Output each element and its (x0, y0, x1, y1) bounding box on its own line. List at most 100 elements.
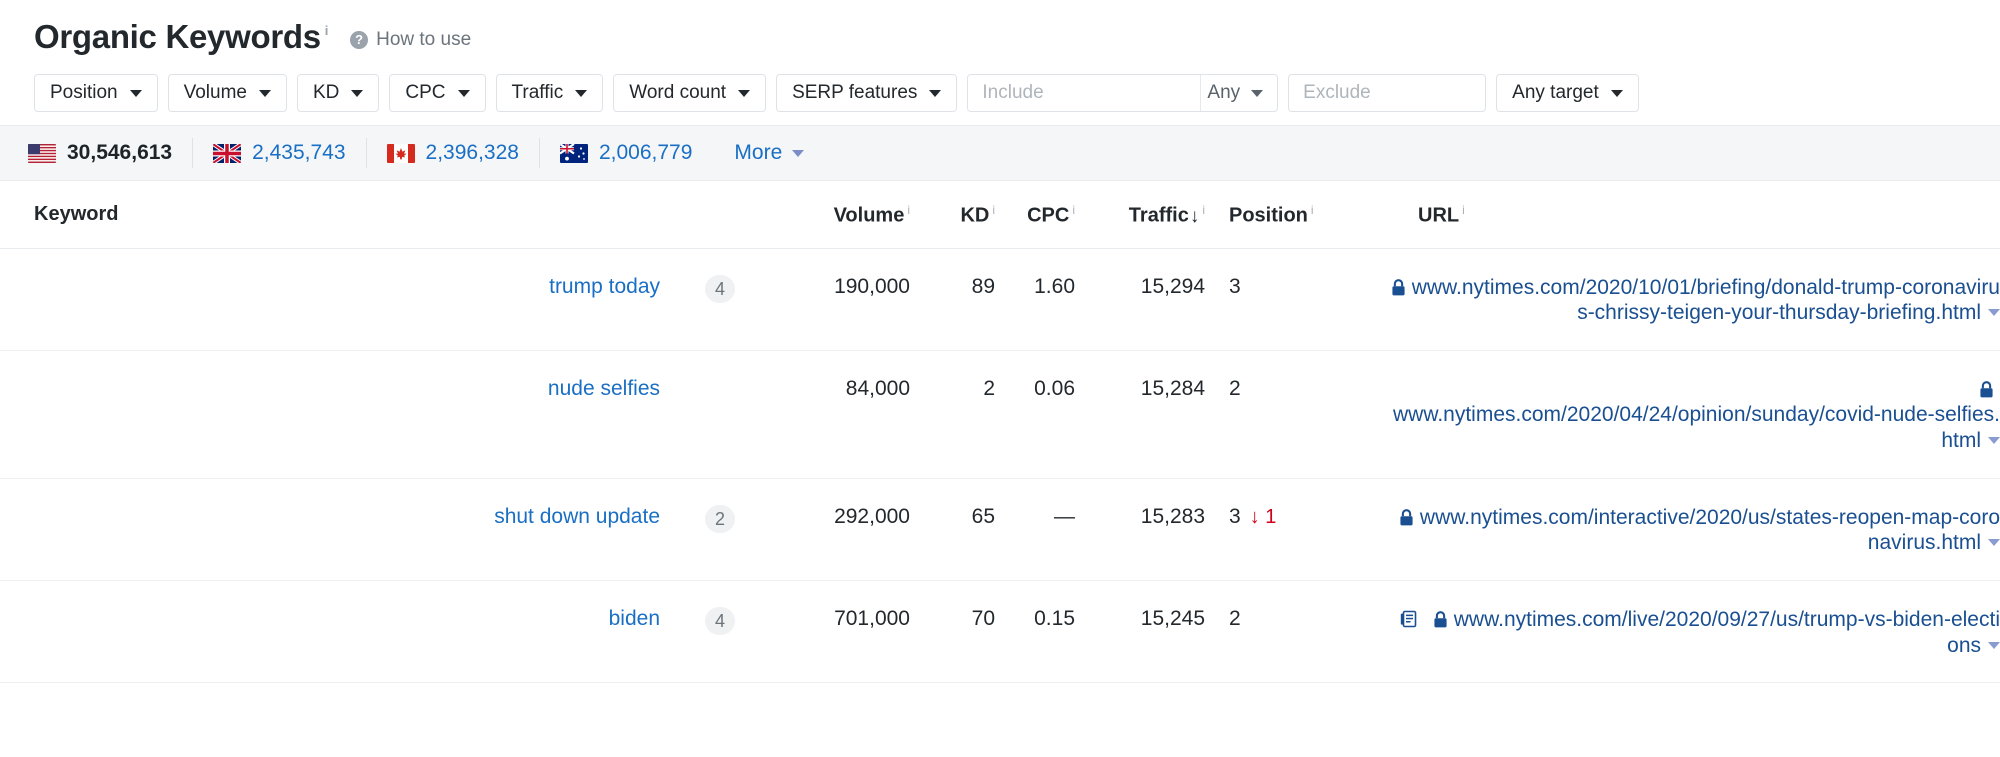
how-to-use-label: How to use (376, 29, 472, 50)
column-header-keyword[interactable]: Keyword (0, 181, 780, 249)
table-row: biden 4 701,000 70 0.15 15,245 2 www.nyt… (0, 580, 2000, 684)
country-tab-au[interactable]: 2,006,779 (540, 138, 712, 168)
word-count-badge: 4 (705, 606, 735, 635)
url-link[interactable]: www.nytimes.com/interactive/2020/us/stat… (1420, 506, 2000, 555)
url-link[interactable]: www.nytimes.com/2020/10/01/briefing/dona… (1412, 276, 2000, 325)
keyword-link[interactable]: trump today (549, 275, 660, 298)
url-dropdown-icon[interactable] (1988, 309, 2000, 317)
filter-kd-label: KD (312, 82, 340, 103)
country-tabs: 30,546,613 2,435,743 2,396,328 2,006,779… (0, 125, 2000, 181)
filter-word-count-label: Word count (629, 82, 727, 103)
position-value: 2 (1229, 606, 1241, 630)
flag-us-icon (28, 143, 56, 163)
chevron-down-icon (738, 89, 751, 97)
filter-volume-button[interactable]: Volume (167, 74, 287, 112)
keyword-link[interactable]: nude selfies (548, 377, 660, 400)
filter-position-button[interactable]: Position (34, 74, 158, 112)
country-count-us: 30,546,613 (67, 141, 173, 164)
page-title-info-icon[interactable]: i (325, 23, 329, 38)
include-filter-group: Any (967, 74, 1279, 112)
filter-traffic-button[interactable]: Traffic (495, 74, 604, 112)
cpc-cell: 0.15 (995, 580, 1075, 684)
url-link[interactable]: www.nytimes.com/live/2020/09/27/us/trump… (1454, 608, 2000, 657)
table-body: trump today 4 190,000 89 1.60 15,294 3 w… (0, 248, 2000, 684)
word-count-cell (660, 350, 780, 479)
country-tab-uk[interactable]: 2,435,743 (193, 138, 367, 168)
filter-serp-features-label: SERP features (792, 82, 918, 103)
exclude-filter-group (1288, 74, 1487, 112)
position-cell: 3 (1205, 248, 1390, 351)
filter-cpc-label: CPC (405, 82, 446, 103)
exclude-input[interactable] (1289, 75, 1486, 111)
position-change: ↓ 1 (1249, 505, 1277, 528)
position-cell: 3 ↓ 1 (1205, 478, 1390, 581)
word-count-cell: 4 (660, 580, 780, 684)
column-header-cpc[interactable]: CPC i (995, 181, 1075, 249)
position-value: 3 (1229, 274, 1241, 298)
keyword-link[interactable]: shut down update (494, 505, 660, 528)
chevron-down-icon (792, 149, 805, 157)
position-cell: 2 (1205, 580, 1390, 684)
cpc-cell: — (995, 478, 1075, 581)
filter-serp-features-button[interactable]: SERP features (776, 74, 958, 112)
kd-cell: 2 (910, 350, 995, 479)
column-header-traffic[interactable]: Traffic↓ i (1075, 181, 1205, 249)
chevron-down-icon (258, 89, 271, 97)
filter-cpc-button[interactable]: CPC (389, 74, 486, 112)
url-cell: www.nytimes.com/interactive/2020/us/stat… (1390, 478, 2000, 581)
column-header-url-label: URL (1418, 204, 1460, 227)
column-header-position-label: Position (1229, 204, 1308, 227)
country-tab-ca[interactable]: 2,396,328 (367, 138, 540, 168)
top-stories-icon[interactable] (1399, 609, 1419, 629)
table-row: trump today 4 190,000 89 1.60 15,294 3 w… (0, 248, 2000, 351)
keyword-cell: biden (0, 580, 660, 684)
chevron-down-icon (1251, 89, 1264, 97)
filter-word-count-button[interactable]: Word count (613, 74, 767, 112)
include-mode-label: Any (1207, 82, 1241, 103)
column-header-cpc-label: CPC (1027, 204, 1070, 227)
traffic-cell: 15,283 (1075, 478, 1205, 581)
country-tab-us[interactable]: 30,546,613 (28, 138, 194, 168)
url-cell: www.nytimes.com/live/2020/09/27/us/trump… (1390, 580, 2000, 684)
target-filter-button[interactable]: Any target (1496, 74, 1639, 112)
chevron-down-icon (351, 89, 364, 97)
more-countries-button[interactable]: More (712, 141, 805, 165)
column-header-url[interactable]: URL i (1390, 181, 2000, 249)
column-header-kd[interactable]: KD i (910, 181, 995, 249)
volume-cell: 190,000 (780, 248, 910, 351)
url-dropdown-icon[interactable] (1988, 539, 2000, 547)
info-icon[interactable]: i (1462, 203, 1465, 217)
info-icon[interactable]: i (1202, 203, 1205, 217)
info-icon[interactable]: i (1072, 203, 1075, 217)
chevron-down-icon (1610, 89, 1623, 97)
word-count-cell: 2 (660, 478, 780, 581)
country-count-au: 2,006,779 (598, 141, 693, 164)
filter-kd-button[interactable]: KD (296, 74, 380, 112)
url-link[interactable]: www.nytimes.com/2020/04/24/opinion/sunda… (1393, 403, 2000, 452)
volume-cell: 292,000 (780, 478, 910, 581)
cpc-cell: 0.06 (995, 350, 1075, 479)
keyword-cell: trump today (0, 248, 660, 351)
column-header-position[interactable]: Position i (1205, 181, 1390, 249)
how-to-use-link[interactable]: ? How to use (350, 29, 471, 51)
url-dropdown-icon[interactable] (1988, 641, 2000, 649)
url-dropdown-icon[interactable] (1988, 437, 2000, 445)
keywords-table: Keyword Volume i KD i CPC i Traffic↓ i Posit… (0, 181, 2000, 684)
chevron-down-icon (457, 89, 470, 97)
chevron-down-icon (929, 89, 942, 97)
lock-icon (1980, 381, 1993, 398)
include-input[interactable] (968, 75, 1201, 111)
volume-cell: 701,000 (780, 580, 910, 684)
flag-uk-icon (213, 143, 242, 163)
position-cell: 2 (1205, 350, 1390, 479)
page-header: Organic Keywords i ? How to use (0, 0, 2000, 62)
flag-ca-icon (386, 143, 415, 163)
info-icon[interactable]: i (992, 203, 995, 217)
include-mode-select[interactable]: Any (1200, 75, 1277, 111)
info-icon[interactable]: i (907, 203, 910, 217)
table-row: nude selfies 84,000 2 0.06 15,284 2 www.… (0, 350, 2000, 479)
chevron-down-icon (575, 89, 588, 97)
keyword-link[interactable]: biden (609, 607, 660, 630)
info-icon[interactable]: i (1311, 203, 1314, 217)
column-header-volume[interactable]: Volume i (780, 181, 910, 249)
